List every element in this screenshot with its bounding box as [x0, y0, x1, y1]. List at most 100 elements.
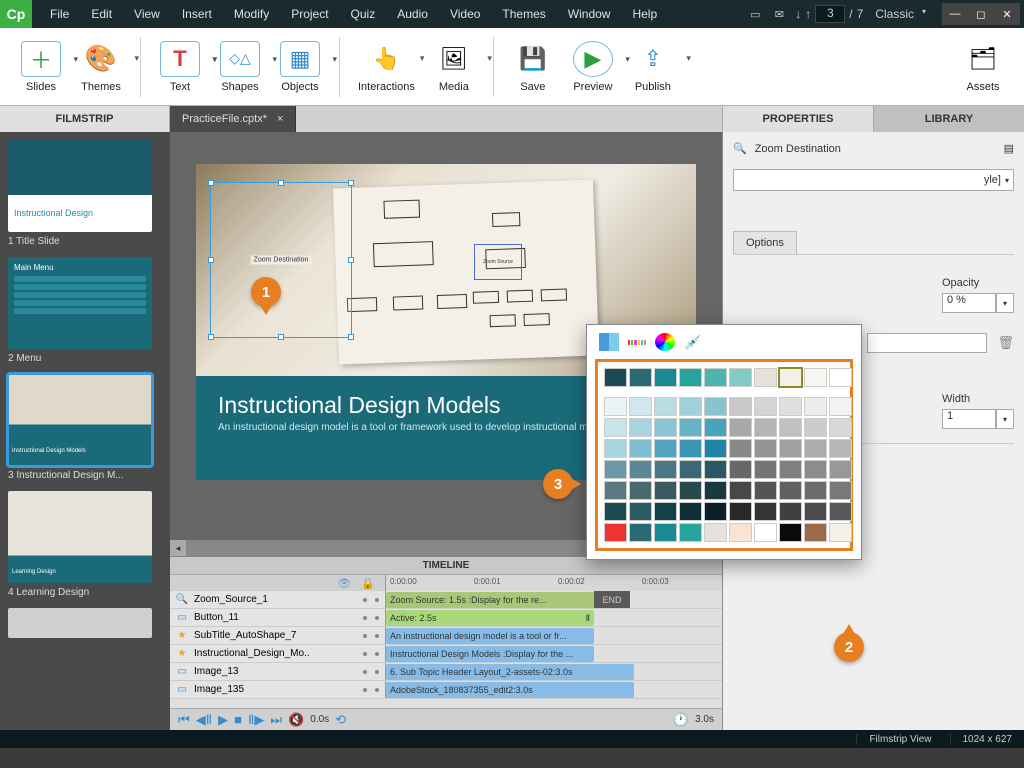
color-swatch[interactable] — [729, 368, 752, 387]
opacity-input[interactable]: 0 % — [942, 293, 996, 313]
color-swatch[interactable] — [804, 481, 827, 500]
color-swatch[interactable] — [654, 502, 677, 521]
tl-stop-icon[interactable]: ■ — [234, 712, 242, 727]
color-swatch[interactable] — [779, 368, 802, 387]
color-swatch[interactable] — [754, 481, 777, 500]
maximize-button[interactable]: ◻ — [968, 3, 994, 25]
next-arrow-icon[interactable]: ↑ — [805, 7, 811, 21]
color-swatch[interactable] — [629, 460, 652, 479]
tl-stepback-icon[interactable]: ◀Ⅱ — [196, 712, 212, 728]
thumb-1[interactable]: Instructional Design 1 Title Slide — [8, 140, 162, 247]
ribbon-publish[interactable]: ⇪▾Publish — [626, 37, 680, 97]
rgb-palette-icon[interactable] — [627, 333, 647, 351]
prev-arrow-icon[interactable]: ↓ — [795, 7, 801, 21]
lock-toggle-icon[interactable]: 🔒 — [361, 577, 375, 590]
color-swatch[interactable] — [729, 481, 752, 500]
zoom-source-selection[interactable]: Zoom Source — [474, 244, 522, 280]
color-swatch[interactable] — [729, 460, 752, 479]
style-dropdown[interactable]: yle]▾ — [733, 169, 1014, 191]
color-wheel-icon[interactable] — [655, 333, 675, 351]
ribbon-slides[interactable]: ＋▾Slides — [14, 37, 68, 97]
ribbon-shapes[interactable]: ◇△▾Shapes — [213, 37, 267, 97]
workspace-dropdown[interactable]: Classic — [871, 5, 926, 23]
timeline-bar[interactable]: Active: 2.5s Ⅱ — [386, 610, 594, 626]
color-swatch[interactable] — [679, 368, 702, 387]
filmstrip-panel-tab[interactable]: FILMSTRIP — [0, 106, 170, 132]
timeline-row[interactable]: ▭Image_135AdobeStock_180837355_edit2:3.0… — [170, 681, 722, 699]
color-swatch[interactable] — [804, 502, 827, 521]
timeline-bar[interactable]: Zoom Source: 1.5s :Display for the re... — [386, 592, 594, 608]
color-swatch[interactable] — [704, 523, 727, 542]
thumb-4[interactable]: Learning Design 4 Learning Design — [8, 491, 162, 598]
color-swatch[interactable] — [604, 418, 627, 437]
color-swatch[interactable] — [679, 397, 702, 416]
color-swatch[interactable] — [704, 481, 727, 500]
color-swatch[interactable] — [604, 397, 627, 416]
document-tab[interactable]: PracticeFile.cptx* × — [170, 106, 296, 132]
color-swatch[interactable] — [779, 502, 802, 521]
thumb-3[interactable]: Instructional Design Models 3 Instructio… — [8, 374, 162, 481]
color-swatch[interactable] — [629, 502, 652, 521]
color-swatch[interactable] — [679, 523, 702, 542]
color-swatch[interactable] — [604, 439, 627, 458]
color-swatch[interactable] — [779, 523, 802, 542]
subtab-options[interactable]: Options — [733, 231, 797, 254]
tl-stepfwd-icon[interactable]: Ⅱ▶ — [248, 712, 264, 728]
color-swatch[interactable] — [604, 502, 627, 521]
color-swatch[interactable] — [654, 460, 677, 479]
color-swatch[interactable] — [779, 439, 802, 458]
ribbon-objects[interactable]: ▦▾Objects — [273, 37, 327, 97]
color-swatch[interactable] — [604, 460, 627, 479]
color-swatch[interactable] — [704, 460, 727, 479]
close-button[interactable]: ✕ — [994, 3, 1020, 25]
menu-video[interactable]: Video — [440, 3, 490, 25]
menu-audio[interactable]: Audio — [387, 3, 438, 25]
mail-icon[interactable]: ✉ — [771, 7, 787, 21]
color-picker-popover[interactable]: 💉 — [586, 324, 862, 560]
color-swatch[interactable] — [829, 502, 852, 521]
color-swatch[interactable] — [654, 523, 677, 542]
color-swatch[interactable] — [829, 523, 852, 542]
thumb-5[interactable] — [8, 608, 162, 638]
color-swatch[interactable] — [679, 460, 702, 479]
library-tab[interactable]: LIBRARY — [873, 106, 1024, 132]
tl-play-icon[interactable]: ▶ — [218, 712, 228, 728]
color-swatch[interactable] — [829, 397, 852, 416]
timeline-row[interactable]: ▭Button_11Active: 2.5s Ⅱ — [170, 609, 722, 627]
color-swatch[interactable] — [754, 502, 777, 521]
timeline-bar[interactable]: 6. Sub Topic Header Layout_2-assets-02:3… — [386, 664, 634, 680]
opacity-stepper[interactable]: ▾ — [996, 293, 1014, 313]
menu-project[interactable]: Project — [281, 3, 338, 25]
menu-quiz[interactable]: Quiz — [341, 3, 386, 25]
color-swatch[interactable] — [704, 368, 727, 387]
color-swatch[interactable] — [804, 418, 827, 437]
color-swatch[interactable] — [754, 460, 777, 479]
ribbon-assets[interactable]: 🗂Assets — [956, 37, 1010, 97]
panel-menu-icon[interactable]: ▤ — [1004, 142, 1014, 155]
color-swatch[interactable] — [604, 523, 627, 542]
color-swatch[interactable] — [754, 397, 777, 416]
color-swatch[interactable] — [804, 439, 827, 458]
color-swatch[interactable] — [704, 439, 727, 458]
color-swatch[interactable] — [779, 460, 802, 479]
color-swatch[interactable] — [779, 418, 802, 437]
tl-forward-icon[interactable]: ⏭ — [270, 712, 282, 728]
ribbon-save[interactable]: 💾Save — [506, 37, 560, 97]
color-swatch[interactable] — [729, 439, 752, 458]
slide-title-text[interactable]: Instructional Design Models — [218, 392, 501, 419]
menu-view[interactable]: View — [124, 3, 170, 25]
color-swatch[interactable] — [654, 439, 677, 458]
minimize-button[interactable]: — — [942, 3, 968, 25]
color-swatch[interactable] — [829, 368, 852, 387]
color-swatch[interactable] — [654, 418, 677, 437]
color-swatch[interactable] — [729, 397, 752, 416]
tl-loop-icon[interactable]: ⟲ — [335, 712, 346, 728]
current-slide-input[interactable]: 3 — [815, 5, 845, 23]
color-swatch[interactable] — [604, 368, 627, 387]
ribbon-text[interactable]: T▾Text — [153, 37, 207, 97]
color-swatch[interactable] — [754, 523, 777, 542]
width-stepper[interactable]: ▾ — [996, 409, 1014, 429]
color-swatch[interactable] — [629, 439, 652, 458]
color-swatch[interactable] — [754, 368, 777, 387]
color-swatch[interactable] — [729, 418, 752, 437]
